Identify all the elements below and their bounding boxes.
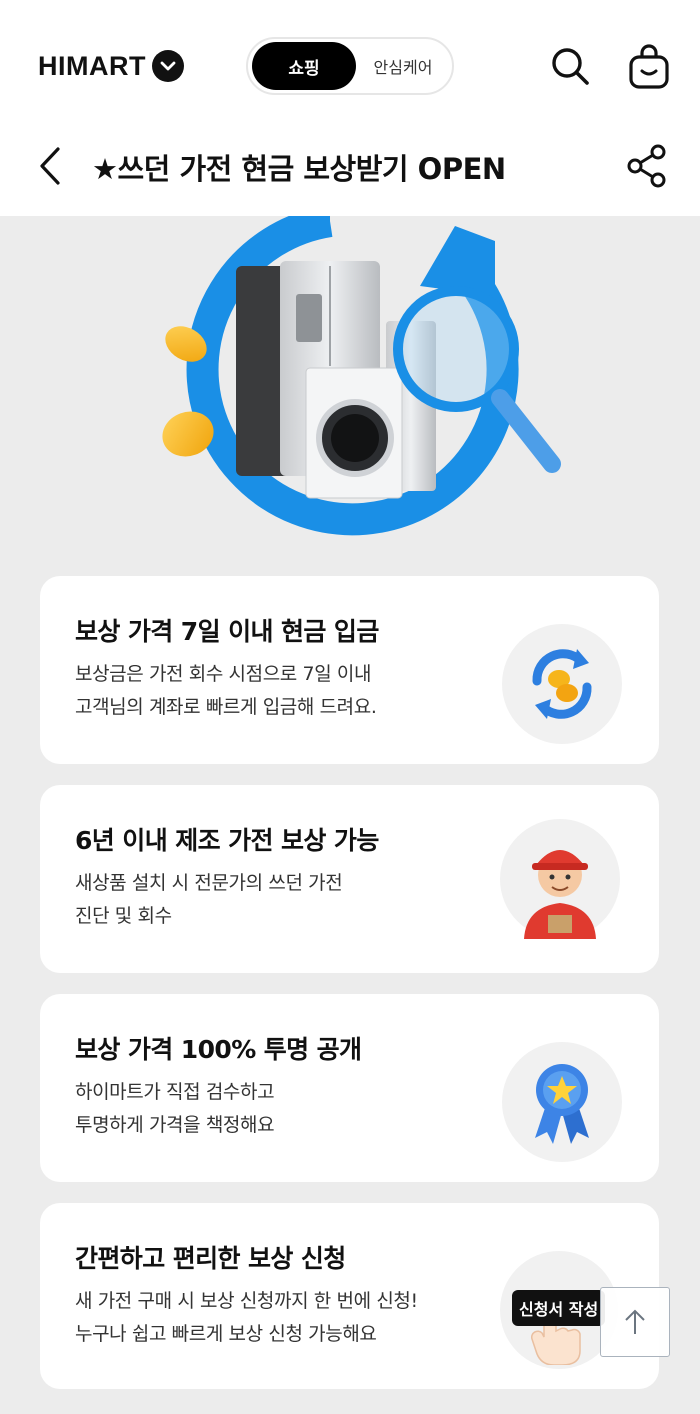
- shopping-bag-icon[interactable]: [624, 40, 674, 92]
- apply-form-badge[interactable]: 신청서 작성: [512, 1290, 606, 1326]
- logo-text: HIMART: [38, 50, 146, 81]
- chevron-down-icon: [151, 50, 184, 82]
- benefit-card-transparent-price: 보상 가격 100% 투명 공개 하이마트가 직접 검수하고 투명하게 가격을 …: [40, 994, 659, 1182]
- card-description: 새 가전 구매 시 보상 신청까지 한 번에 신청! 누구나 쉽고 빠르게 보상…: [75, 1290, 418, 1345]
- scroll-to-top-button[interactable]: [600, 1287, 670, 1357]
- card-title: 6년 이내 제조 가전 보상 가능: [75, 826, 379, 855]
- search-icon[interactable]: [546, 42, 594, 90]
- card-description: 하이마트가 직접 검수하고 투명하게 가격을 책정해요: [75, 1081, 275, 1136]
- award-ribbon-icon: [502, 1042, 622, 1162]
- benefit-card-six-years: 6년 이내 제조 가전 보상 가능 새상품 설치 시 전문가의 쓰던 가전 진단…: [40, 785, 659, 973]
- card-title: 간편하고 편리한 보상 신청: [75, 1244, 346, 1273]
- himart-logo[interactable]: HIMART: [38, 48, 184, 84]
- card-title: 보상 가격 7일 이내 현금 입금: [75, 617, 379, 646]
- chevron-left-icon[interactable]: [30, 144, 70, 188]
- page-title: ★쓰던 가전 현금 보상받기 OPEN: [92, 152, 506, 186]
- card-title: 보상 가격 100% 투명 공개: [75, 1035, 362, 1064]
- card-description: 새상품 설치 시 전문가의 쓰던 가전 진단 및 회수: [75, 872, 343, 927]
- share-icon[interactable]: [624, 142, 670, 190]
- top-header: HIMART 쇼핑 안심케어: [0, 0, 700, 130]
- benefit-card-cash: 보상 가격 7일 이내 현금 입금 보상금은 가전 회수 시점으로 7일 이내 …: [40, 576, 659, 764]
- coin-exchange-icon: [502, 624, 622, 744]
- delivery-man-icon: [500, 819, 620, 939]
- tab-shopping[interactable]: 쇼핑: [252, 42, 356, 90]
- arrow-up-icon: [625, 1309, 645, 1334]
- service-toggle: 쇼핑 안심케어: [246, 37, 454, 95]
- tab-safe-care[interactable]: 안심케어: [358, 42, 448, 90]
- hero-illustration: [0, 205, 700, 556]
- card-description: 보상금은 가전 회수 시점으로 7일 이내 고객님의 계좌로 빠르게 입금해 드…: [75, 663, 377, 718]
